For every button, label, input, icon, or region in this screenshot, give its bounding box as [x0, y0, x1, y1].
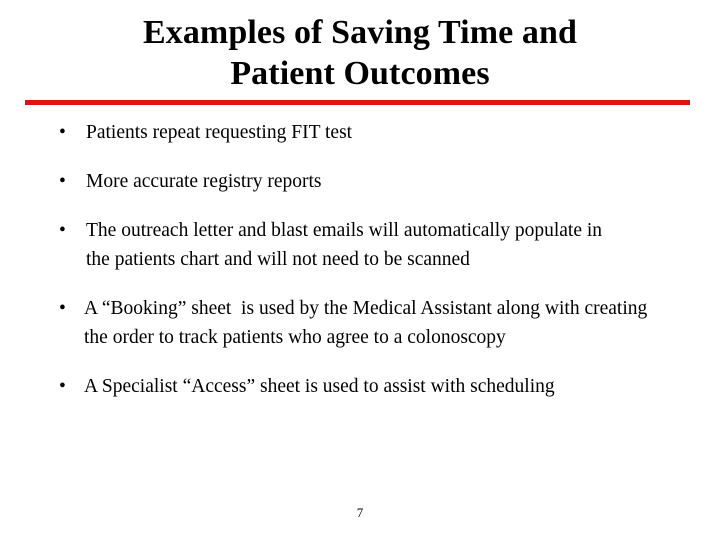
slide-canvas: Examples of Saving Time and Patient Outc…	[0, 0, 720, 540]
list-item-text: A Specialist “Access” sheet is used to a…	[84, 376, 555, 397]
bullet-point-icon: •	[59, 171, 66, 192]
slide-title-line-1: Examples of Saving Time and	[142, 14, 578, 51]
list-item: • A “Booking” sheet is used by the Medic…	[55, 294, 695, 352]
list-item: • A Specialist “Access” sheet is used to…	[55, 372, 695, 401]
slide-page-number: 7	[356, 505, 364, 520]
list-item-text: Patients repeat requesting FIT test	[86, 122, 353, 143]
list-item: • Patients repeat requesting FIT test	[55, 118, 695, 147]
list-item-text: The outreach letter and blast emails wil…	[86, 220, 607, 270]
bullet-point-icon: •	[59, 376, 66, 397]
title-divider-rule	[25, 100, 690, 105]
slide-title-line-2: Patient Outcomes	[230, 55, 490, 92]
list-item: • More accurate registry reports	[55, 167, 695, 196]
bullet-point-icon: •	[59, 220, 66, 241]
list-item: • The outreach letter and blast emails w…	[55, 216, 695, 274]
bullet-point-icon: •	[59, 298, 66, 319]
list-item-text: More accurate registry reports	[86, 171, 322, 192]
slide-title: Examples of Saving Time and Patient Outc…	[0, 12, 720, 94]
bullet-list: • Patients repeat requesting FIT test • …	[55, 118, 695, 401]
list-item-text: A “Booking” sheet is used by the Medical…	[84, 298, 653, 348]
bullet-point-icon: •	[59, 122, 66, 143]
